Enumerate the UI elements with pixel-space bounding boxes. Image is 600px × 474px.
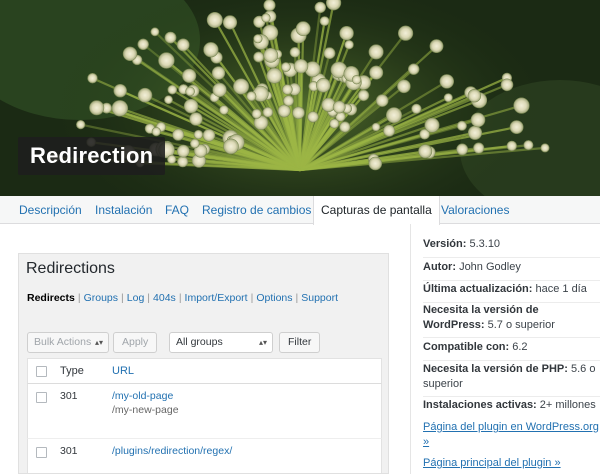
apply-button: Apply [113, 332, 158, 353]
meta-requires-php: Necesita la versión de PHP: 5.6 o superi… [423, 362, 599, 392]
subnav-options: Options [256, 292, 293, 304]
caret-updown-icon: ▴▾ [94, 338, 103, 347]
meta-divider [423, 360, 600, 361]
meta-author: Autor: John Godley [423, 260, 599, 275]
meta-author-label: Autor: [423, 261, 456, 273]
screenshot-subnav: Redirects | Groups | Log | 404s | Import/Export |… [27, 292, 338, 304]
meta-version-value: 5.3.10 [469, 238, 501, 250]
bulk-actions-select: Bulk Actions ▴▾ [27, 332, 109, 353]
caret-updown-icon: ▴▾ [258, 338, 267, 347]
meta-installs-value: 2+ millones [539, 399, 596, 411]
tab-valoraciones[interactable]: Valoraciones [441, 196, 509, 224]
table-row: 301 /plugins/redirection/regex/ [27, 439, 382, 473]
meta-divider [423, 257, 600, 258]
groups-select: All groups ▴▾ [169, 332, 273, 353]
screenshot-page-title: Redirections [26, 260, 115, 277]
row-code: 301 [60, 445, 78, 457]
table-row: 301 /my-old-page /my-new-page [27, 384, 382, 439]
tab-instalacion[interactable]: Instalación [95, 196, 152, 224]
row-checkbox [36, 447, 47, 458]
subnav-separator: | [121, 292, 124, 304]
meta-divider [423, 280, 600, 281]
tab-faq[interactable]: FAQ [165, 196, 189, 224]
subnav-separator: | [147, 292, 151, 304]
column-url: URL [112, 365, 135, 377]
table-header: Type URL [27, 358, 382, 384]
subnav-separator: | [250, 292, 254, 304]
row-code: 301 [60, 390, 78, 402]
subnav-groups: Groups [83, 292, 119, 304]
plugin-home-link[interactable]: Página principal del plugin » [423, 456, 599, 471]
plugin-meta-sidebar: Versión: 5.3.10 Autor: John Godley Últim… [410, 224, 600, 474]
subnav-separator: | [178, 292, 182, 304]
meta-divider [423, 337, 600, 338]
subnav-log: Log [126, 292, 145, 304]
plugin-title: Redirection [18, 137, 166, 175]
meta-updated-label: Última actualización: [423, 283, 533, 295]
meta-compatible: Compatible con: 6.2 [423, 340, 599, 355]
plugin-tabs: Descripción Instalación FAQ Registro de … [0, 196, 600, 225]
column-type: Type [60, 365, 84, 377]
meta-installs-label: Instalaciones activas: [423, 399, 537, 411]
meta-divider [423, 396, 600, 397]
subnav-separator: | [295, 292, 299, 304]
plugin-banner: Redirection [0, 0, 600, 196]
meta-author-value: John Godley [459, 261, 521, 273]
row-source-url: /plugins/redirection/regex/ [112, 445, 233, 457]
meta-updated: Última actualización: hace 1 día [423, 282, 599, 297]
meta-compatible-label: Compatible con: [423, 341, 510, 353]
meta-requires-wp-value: 5.7 o superior [487, 319, 555, 331]
meta-compatible-value: 6.2 [512, 341, 528, 353]
row-checkbox [36, 392, 47, 403]
row-target-url: /my-new-page [112, 404, 179, 416]
subnav-404s: 404s [153, 292, 176, 304]
meta-installs: Instalaciones activas: 2+ millones [423, 398, 599, 413]
groups-select-label: All groups [176, 336, 223, 348]
meta-requires-wp: Necesita la versión de WordPress: 5.7 o … [423, 303, 599, 333]
tab-capturas-de-pantalla[interactable]: Capturas de pantalla [313, 196, 440, 225]
screenshot-image[interactable]: Redirections Redirects | Groups | Log | 404s | I… [18, 253, 389, 474]
subnav-support: Support [301, 292, 339, 304]
meta-requires-php-label: Necesita la versión de PHP: [423, 363, 568, 375]
subnav-import-export: Import/Export [184, 292, 248, 304]
select-all-checkbox [36, 366, 47, 377]
filter-button: Filter [279, 332, 321, 353]
row-source-url: /my-old-page [112, 390, 174, 402]
meta-version-label: Versión: [423, 238, 467, 250]
tab-registro-de-cambios[interactable]: Registro de cambios [202, 196, 311, 224]
bulk-actions-label: Bulk Actions [34, 336, 92, 348]
meta-updated-value: hace 1 día [535, 283, 587, 295]
subnav-separator: | [77, 292, 81, 304]
tab-descripcion[interactable]: Descripción [19, 196, 82, 224]
meta-version: Versión: 5.3.10 [423, 237, 599, 252]
plugin-page-link[interactable]: Página del plugin en WordPress.org » [423, 420, 599, 450]
subnav-redirects: Redirects [27, 292, 75, 304]
